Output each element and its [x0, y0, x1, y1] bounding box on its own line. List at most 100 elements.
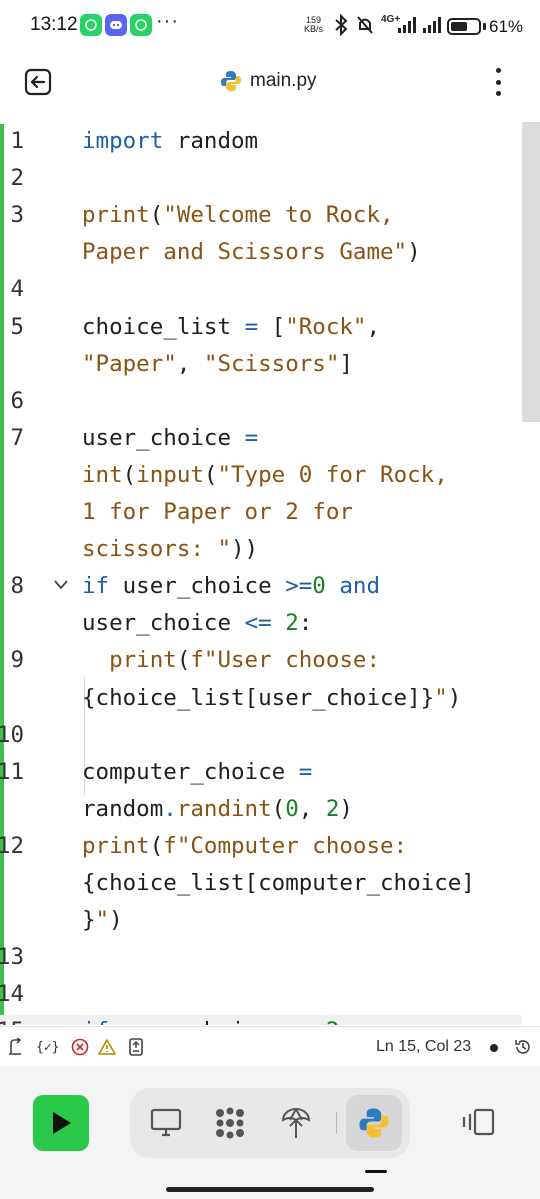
file-name: main.py [250, 70, 317, 91]
warning-icon[interactable] [98, 1038, 116, 1056]
code-line[interactable]: 15 if user_choice == 2 [0, 1013, 522, 1025]
code-line[interactable]: 10 [0, 717, 522, 754]
line-number: 15 [0, 1013, 24, 1025]
code-token: {choice_list[computer_choice] [82, 870, 475, 896]
code-token: " [434, 684, 448, 711]
line-number: 4 [10, 276, 24, 303]
side-panel-icon[interactable] [462, 1108, 496, 1136]
signal-icon-2 [423, 17, 441, 33]
code-token: ( [149, 202, 164, 229]
code-token: ) [339, 795, 353, 822]
active-tab-indicator [365, 1170, 387, 1173]
exit-icon[interactable] [24, 68, 52, 96]
code-text: user_choice <= 2: [82, 605, 312, 642]
fold-chevron-icon[interactable] [54, 580, 68, 590]
code-line[interactable]: int(input("Type 0 for Rock, [0, 457, 522, 494]
code-line[interactable]: 14 [0, 976, 522, 1013]
code-line[interactable]: 6 [0, 383, 522, 420]
format-icon[interactable]: {✓} [36, 1038, 59, 1056]
file-tab[interactable]: main.py [220, 70, 317, 92]
code-token: user_choice [109, 1018, 285, 1025]
code-token: {choice_list[user_choice]} [82, 684, 435, 711]
code-token: Paper and Scissors Game" [82, 239, 408, 266]
code-editor[interactable]: 1 import random 2 3 print("Welcome to Rock, P… [0, 122, 540, 1025]
history-icon[interactable] [514, 1038, 532, 1056]
code-token: "Welcome to Rock, [163, 202, 394, 229]
code-line[interactable]: 5 choice_list = ["Rock", [0, 309, 522, 346]
code-token: f"User choose: [190, 647, 381, 674]
code-line[interactable]: 11 computer_choice = [0, 754, 522, 791]
code-token: print [82, 832, 150, 859]
editor-scrollbar[interactable] [522, 122, 540, 422]
code-token: = [244, 313, 259, 340]
code-token: random [82, 795, 164, 822]
code-line[interactable]: 9 print(f"User choose: [0, 642, 522, 679]
code-token: random [163, 128, 259, 154]
network-button[interactable] [274, 1101, 318, 1145]
code-line[interactable]: scissors: ")) [0, 531, 522, 568]
console-button[interactable] [144, 1101, 188, 1145]
code-token: " [95, 907, 110, 934]
python-button[interactable] [346, 1095, 402, 1151]
mute-icon [357, 16, 373, 34]
code-text: print(f"Computer choose: [82, 828, 407, 865]
code-line[interactable]: Paper and Scissors Game") [0, 234, 522, 271]
code-line[interactable]: 8 if user_choice >=0 and [0, 568, 522, 605]
code-token: randint [176, 795, 272, 822]
line-number: 9 [10, 647, 24, 674]
code-line[interactable]: 2 [0, 160, 522, 197]
line-number: 1 [10, 128, 24, 154]
code-text: print("Welcome to Rock, [82, 197, 394, 234]
line-number: 12 [0, 832, 24, 859]
code-line[interactable]: 13 [0, 939, 522, 976]
more-vertical-icon[interactable] [486, 66, 510, 98]
error-icon[interactable] [71, 1038, 89, 1056]
code-token: user_choice [109, 573, 286, 600]
bluetooth-icon [335, 14, 348, 36]
code-line[interactable]: {choice_list[computer_choice] [0, 865, 522, 902]
code-token: ) [109, 907, 123, 934]
code-token: , [176, 350, 204, 377]
signal-icon-1 [398, 17, 416, 33]
code-line[interactable]: 7 user_choice = [0, 420, 522, 457]
line-number: 13 [0, 944, 24, 971]
code-token: choice_list [82, 313, 245, 340]
code-token: = [244, 424, 259, 451]
code-token: "Scissors" [203, 350, 340, 377]
line-number: 3 [10, 202, 24, 229]
code-token: } [82, 907, 96, 934]
code-line[interactable]: 1 import random [0, 123, 522, 160]
tool-switcher [130, 1088, 410, 1158]
home-indicator[interactable] [166, 1187, 374, 1192]
code-line[interactable]: random.randint(0, 2) [0, 791, 522, 828]
status-bar: 13:12 ··· 159 KB/s 4G+ 61% [0, 0, 540, 56]
line-number: 14 [0, 981, 24, 1008]
code-line[interactable]: 3 print("Welcome to Rock, [0, 197, 522, 234]
code-token: ( [271, 795, 286, 822]
code-token: ( [203, 461, 218, 488]
run-button[interactable] [33, 1095, 89, 1151]
code-line[interactable]: {choice_list[user_choice]}") [0, 680, 522, 717]
code-token: [ [258, 313, 286, 340]
editor-header: main.py [0, 56, 540, 116]
python-icon [359, 1108, 389, 1138]
battery-icon [447, 18, 481, 35]
code-line[interactable]: 1 for Paper or 2 for [0, 494, 522, 531]
network-speed: 159 KB/s [304, 15, 324, 34]
code-line[interactable]: 4 [0, 271, 522, 308]
info-icon[interactable] [128, 1038, 144, 1056]
code-line[interactable]: }") [0, 902, 522, 939]
wrap-icon[interactable] [8, 1038, 24, 1056]
network-icon [281, 1108, 311, 1138]
code-token: "Paper" [82, 350, 177, 377]
code-token: f"Computer choose: [163, 832, 408, 859]
code-token: user_choice [82, 610, 245, 637]
code-token: 0 [285, 795, 299, 822]
code-line[interactable]: user_choice <= 2: [0, 605, 522, 642]
code-line[interactable]: "Paper", "Scissors"] [0, 346, 522, 383]
code-line[interactable]: 12 print(f"Computer choose: [0, 828, 522, 865]
clock: 13:12 [30, 14, 78, 35]
code-text: scissors: ")) [82, 531, 258, 568]
packages-button[interactable] [208, 1101, 252, 1145]
